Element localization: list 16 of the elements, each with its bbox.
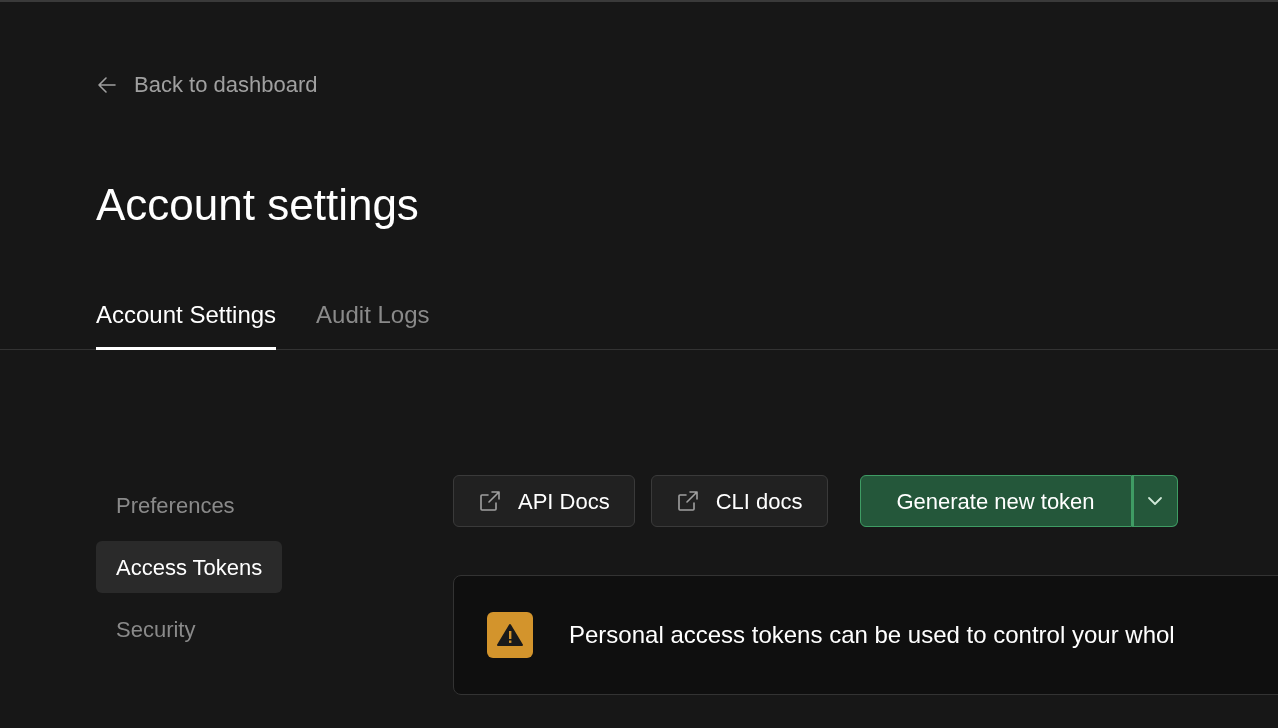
tab[interactable]: Audit Logs: [316, 297, 430, 350]
docs-button[interactable]: API Docs: [453, 475, 635, 527]
docs-button[interactable]: CLI docs: [650, 475, 828, 527]
sidebar-item[interactable]: Access Tokens: [96, 541, 283, 593]
sidebar-item[interactable]: Preferences: [96, 479, 255, 531]
dropdown-button[interactable]: [1131, 475, 1178, 527]
warning-icon: [487, 612, 533, 658]
generate-token-button[interactable]: Generate new token: [859, 475, 1132, 527]
warning-text: Personal access tokens can be used to control your whol: [569, 620, 1175, 650]
page-title: Account settings: [96, 183, 419, 227]
chevron-down-icon: [1147, 496, 1164, 506]
tab[interactable]: Account Settings: [96, 297, 277, 350]
back-link[interactable]: Back to dashboard: [96, 68, 318, 101]
sidebar-item[interactable]: Security: [96, 603, 216, 655]
external-link-icon: [675, 489, 700, 513]
external-link-icon: [478, 489, 502, 513]
